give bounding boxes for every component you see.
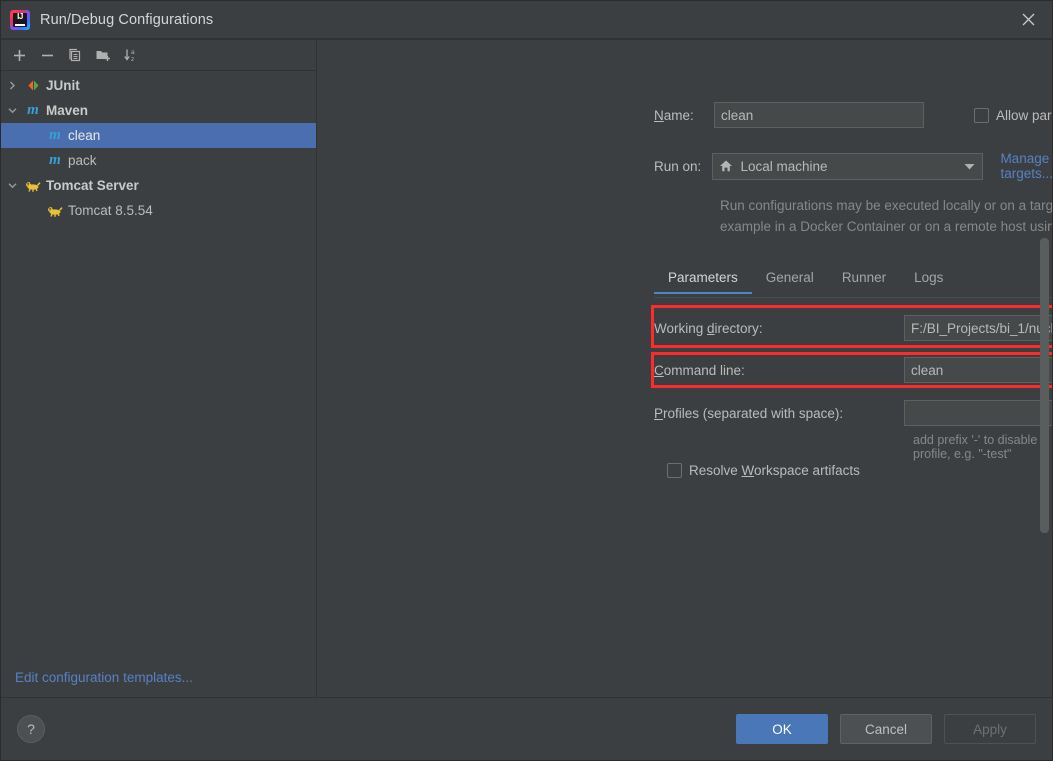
remove-configuration-button[interactable] <box>34 43 60 67</box>
configurations-tree[interactable]: JUnit m Maven m clean <box>1 71 316 697</box>
run-on-hint-line-1: Run configurations may be executed local… <box>720 195 1052 216</box>
edit-configuration-templates-link[interactable]: Edit configuration templates... <box>15 670 193 685</box>
tab-parameters[interactable]: Parameters <box>654 266 752 293</box>
junit-icon <box>23 78 43 93</box>
dialog-body: a z <box>1 39 1052 697</box>
maven-icon: m <box>45 152 65 169</box>
run-on-label: Run on: <box>654 159 712 174</box>
checkbox-box <box>667 463 682 478</box>
tree-item-label: clean <box>68 128 100 143</box>
tree-item-junit[interactable]: JUnit <box>1 73 316 98</box>
allow-parallel-run-label: Allow parallel run <box>996 108 1052 123</box>
run-debug-configurations-dialog: IJ Run/Debug Configurations <box>0 0 1053 761</box>
tree-item-maven[interactable]: m Maven <box>1 98 316 123</box>
tree-item-label: pack <box>68 153 97 168</box>
configuration-editor-panel: Name: Allow parallel run Store as projec… <box>317 40 1052 697</box>
run-on-hint-line-2: example in a Docker Container or on a re… <box>720 216 1052 237</box>
tomcat-icon <box>45 203 65 218</box>
tree-item-label: JUnit <box>46 78 80 93</box>
resolve-workspace-artifacts-label: Resolve Workspace artifacts <box>689 463 860 478</box>
help-button[interactable]: ? <box>17 715 45 743</box>
working-directory-field-wrap <box>904 315 1052 341</box>
profiles-label: Profiles (separated with space): <box>654 406 904 421</box>
chevron-down-icon[interactable] <box>1 105 23 116</box>
working-directory-label: Working directory: <box>654 321 904 336</box>
add-configuration-button[interactable] <box>6 43 32 67</box>
resolve-workspace-artifacts-checkbox[interactable]: Resolve Workspace artifacts <box>667 463 860 478</box>
run-on-row: Run on: Local machine <box>654 151 1052 181</box>
name-input[interactable] <box>714 102 924 128</box>
home-icon <box>719 159 733 173</box>
chevron-down-icon[interactable] <box>1 180 23 191</box>
scrollbar-thumb[interactable] <box>1040 238 1049 533</box>
manage-targets-link[interactable]: Manage targets... <box>1000 151 1052 181</box>
window-title: Run/Debug Configurations <box>40 12 213 28</box>
close-icon[interactable] <box>1005 1 1052 37</box>
chevron-down-icon[interactable] <box>963 159 976 174</box>
allow-parallel-run-checkbox[interactable]: Allow parallel run <box>974 108 1052 123</box>
tab-runner[interactable]: Runner <box>828 266 900 293</box>
maven-icon: m <box>45 127 65 144</box>
copy-configuration-button[interactable] <box>62 43 88 67</box>
tomcat-icon <box>23 178 43 193</box>
run-on-hint: Run configurations may be executed local… <box>720 195 1052 237</box>
tab-general[interactable]: General <box>752 266 828 293</box>
new-folder-button[interactable] <box>90 43 116 67</box>
title-bar: IJ Run/Debug Configurations <box>1 1 1052 39</box>
configurations-toolbar: a z <box>1 40 316 71</box>
working-directory-row: Working directory: <box>654 312 1052 344</box>
maven-icon: m <box>23 102 43 119</box>
tab-logs[interactable]: Logs <box>900 266 957 293</box>
chevron-right-icon[interactable] <box>1 80 23 91</box>
profiles-hint: add prefix '-' to disable profile, e.g. … <box>913 433 1052 461</box>
tree-item-label: Maven <box>46 103 88 118</box>
command-line-label: Command line: <box>654 363 904 378</box>
cancel-button[interactable]: Cancel <box>840 714 932 744</box>
intellij-idea-logo-icon: IJ <box>10 10 30 30</box>
tree-item-tomcat-server[interactable]: Tomcat Server <box>1 173 316 198</box>
tree-item-clean[interactable]: m clean <box>1 123 316 148</box>
profiles-row: Profiles (separated with space): <box>654 398 1052 428</box>
ok-button[interactable]: OK <box>736 714 828 744</box>
name-label: Name: <box>654 108 714 123</box>
tree-item-label: Tomcat Server <box>46 178 139 193</box>
command-line-row: Command line: <box>654 355 1052 385</box>
dialog-footer: ? OK Cancel Apply <box>1 697 1052 760</box>
working-directory-input[interactable] <box>904 315 1052 341</box>
svg-text:a: a <box>131 49 135 56</box>
sort-configurations-button[interactable]: a z <box>118 43 144 67</box>
tree-item-tomcat-8-5-54[interactable]: Tomcat 8.5.54 <box>1 198 316 223</box>
apply-button: Apply <box>944 714 1036 744</box>
run-on-combobox[interactable]: Local machine <box>712 153 983 180</box>
tree-item-label: Tomcat 8.5.54 <box>68 203 153 218</box>
tree-item-pack[interactable]: m pack <box>1 148 316 173</box>
run-on-value: Local machine <box>740 159 963 174</box>
profiles-input[interactable] <box>904 400 1052 426</box>
editor-tabs: Parameters General Runner Logs <box>654 266 1052 298</box>
checkbox-box <box>974 108 989 123</box>
editor-scrollbar[interactable] <box>1040 238 1049 538</box>
svg-text:z: z <box>131 56 134 63</box>
name-row: Name: Allow parallel run Store as projec… <box>654 102 1052 128</box>
command-line-input[interactable] <box>904 357 1052 383</box>
footer-buttons: OK Cancel Apply <box>736 714 1036 744</box>
configurations-panel: a z <box>1 40 317 697</box>
